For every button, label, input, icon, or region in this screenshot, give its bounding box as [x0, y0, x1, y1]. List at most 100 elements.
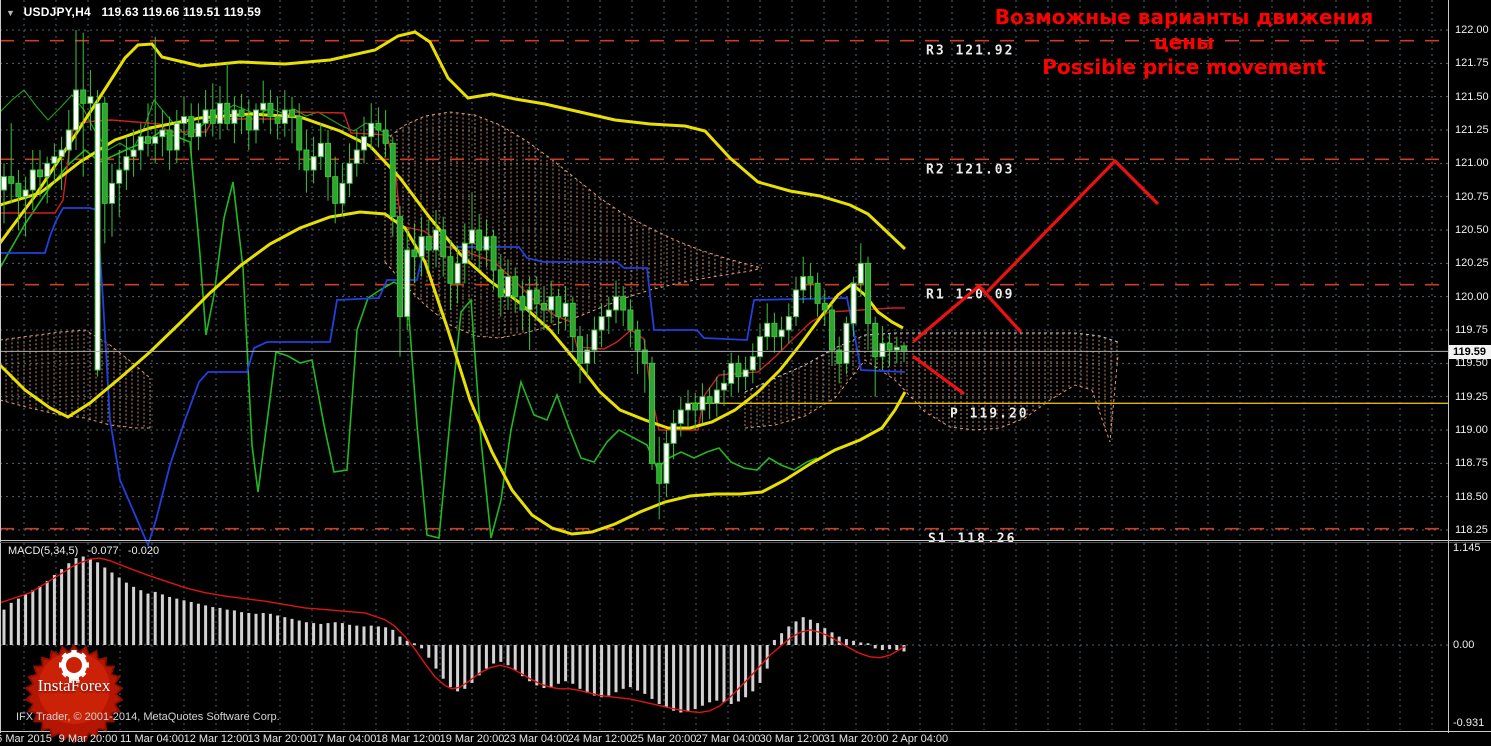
candle-body [137, 136, 144, 151]
candle-body [375, 122, 382, 131]
candle-body [728, 362, 735, 384]
time-axis[interactable]: 6 Mar 2015 9 Mar 20:00 11 Mar 04:00 12 Mar … [0, 732, 1491, 746]
candle-body [418, 236, 425, 258]
symbol-dropdown-icon[interactable]: ▼ [6, 8, 15, 18]
candle-body [404, 249, 411, 318]
price-axis-label: 120.00 [1455, 290, 1489, 303]
candle-body [87, 96, 94, 104]
candle-body [526, 289, 533, 311]
candle-body [8, 176, 15, 184]
time-axis-label: 2 Apr 04:00 [891, 733, 949, 745]
candle-body [145, 136, 151, 144]
annotation-line-en: Possible price movement [1042, 55, 1326, 79]
bollinger-upper-line [0, 30, 907, 251]
time-axis-label: 17 Mar 04:00 [311, 733, 377, 745]
candle-body [865, 262, 871, 324]
candle-body [533, 289, 540, 304]
candle-body [569, 302, 576, 338]
candle-body [641, 349, 648, 364]
price-axis-label: 119.25 [1455, 390, 1488, 403]
candle-body [613, 296, 619, 311]
candle-body [879, 342, 886, 358]
candle-body [166, 129, 173, 151]
price-axis-label: 121.50 [1455, 90, 1489, 103]
level-label-R2: R2 121.03 [926, 162, 1014, 177]
candle-body [159, 129, 166, 138]
price-axis-label: 121.75 [1455, 57, 1489, 70]
level-label-P: P 119.20 [950, 406, 1029, 421]
candle-body [584, 349, 591, 364]
candle-body [245, 116, 252, 131]
candle-body [181, 116, 187, 124]
candle-body [800, 276, 807, 291]
candle-body [116, 169, 123, 184]
candle-body [721, 382, 727, 391]
candle-body [829, 309, 835, 351]
time-axis-label: 13 Mar 20:00 [247, 733, 313, 745]
candle-body [685, 402, 691, 411]
price-projection-arrow[interactable] [986, 159, 1117, 293]
candle-body [65, 129, 72, 151]
time-axis-label: 6 Mar 2015 [0, 733, 52, 745]
candle-body [476, 229, 483, 251]
candle-body [793, 289, 799, 318]
candle-body [58, 149, 65, 158]
candle-body [886, 342, 893, 351]
annotation-line-ru: Возможные варианты движения цены [994, 5, 1374, 54]
time-axis-label: 25 Mar 20:00 [631, 733, 697, 745]
candle-body [217, 102, 223, 124]
candle-body [562, 302, 569, 318]
candle-body [627, 309, 634, 331]
candle-body [649, 362, 655, 464]
price-axis-label: 121.00 [1455, 157, 1489, 170]
candle-body [519, 296, 526, 311]
price-axis[interactable]: 122.00 121.75 121.50 121.25 121.00 120.75 120.… [1449, 0, 1491, 733]
candle-body [195, 122, 202, 138]
candle-body [332, 176, 339, 204]
candle-body [353, 149, 360, 164]
candle-body [51, 156, 58, 164]
macd-value-1: -0.077 [87, 545, 119, 557]
candle-body [346, 162, 353, 184]
time-axis-label: 12 Mar 12:00 [183, 733, 249, 745]
candle-body [94, 102, 101, 371]
candle-body [123, 156, 130, 171]
candle-body [893, 346, 900, 351]
candle-body [821, 302, 828, 311]
candle-body [742, 369, 749, 378]
price-projection-arrow[interactable] [912, 355, 965, 395]
candle-body [202, 109, 209, 124]
price-axis-label: 119.75 [1455, 323, 1488, 336]
price-chart-canvas[interactable]: R3 121.92R2 121.03R1 120.09P 119.20S1 11… [0, 0, 1448, 733]
candle-body [591, 329, 598, 351]
time-axis-label: 9 Mar 20:00 [58, 733, 118, 745]
chart-title: ▼ USDJPY,H4 119.63 119.66 119.51 119.59 [6, 5, 261, 19]
candle-body [80, 89, 87, 104]
candle-body [339, 182, 346, 204]
candle-body [101, 102, 108, 204]
candle-body [361, 136, 367, 151]
candle-body [699, 396, 706, 411]
candle-body [771, 322, 778, 338]
time-axis-label: 11 Mar 04:00 [119, 733, 185, 745]
candle-body [483, 236, 490, 251]
candle-body [548, 296, 555, 311]
candle-body [706, 396, 713, 404]
macd-axis-label: -0.931 [1453, 717, 1485, 729]
candle-body [231, 109, 238, 124]
ohlc-readout: 119.63 119.66 119.51 119.59 [101, 5, 262, 19]
candle-body [605, 309, 612, 318]
candle-body [296, 116, 303, 151]
candle-body [447, 256, 454, 284]
time-axis-label: 23 Mar 04:00 [503, 733, 569, 745]
candle-body [454, 262, 461, 284]
candle-body [663, 442, 670, 484]
price-axis-label: 118.75 [1455, 457, 1488, 470]
candle-body [764, 322, 771, 338]
time-axis-label: 27 Mar 04:00 [695, 733, 761, 745]
candle-body [598, 316, 605, 331]
time-axis-label: 18 Mar 12:00 [375, 733, 441, 745]
panel-separator-top[interactable] [0, 540, 1491, 541]
candle-body [238, 109, 245, 118]
candle-body [785, 316, 792, 331]
